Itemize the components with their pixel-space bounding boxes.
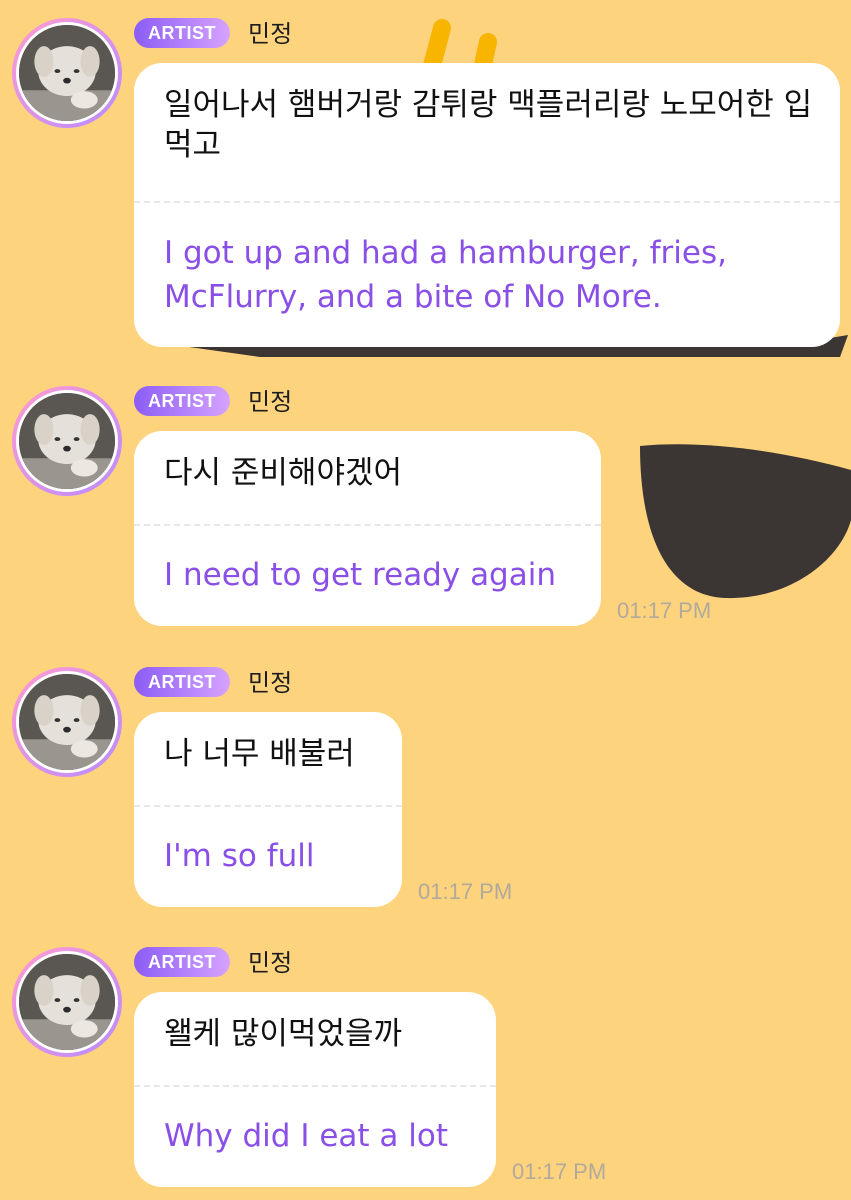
sender-name[interactable]: 민정 [248, 947, 292, 979]
chat-message: ARTIST 민정 나 너무 배불러 I'm so full 01:17 PM [0, 667, 851, 912]
artist-badge: ARTIST [134, 386, 230, 416]
timestamp: 01:17 PM [418, 879, 513, 904]
avatar[interactable] [12, 947, 122, 1057]
sender-name[interactable]: 민정 [248, 667, 292, 699]
sender-name[interactable]: 민정 [248, 386, 292, 418]
dog-photo-icon [16, 390, 118, 492]
divider [134, 805, 402, 807]
translation-text: Why did I eat a lot [164, 1118, 448, 1154]
message-bubble[interactable]: 다시 준비해야겠어 I need to get ready again [134, 431, 601, 626]
original-text: 나 너무 배불러 [164, 736, 355, 772]
chat-message: ARTIST 민정 다시 준비해야겠어 I need to get ready … [0, 386, 851, 631]
artist-badge: ARTIST [134, 18, 230, 48]
translation-text: I got up and had a hamburger, fries, McF… [164, 235, 727, 315]
divider [134, 1085, 496, 1087]
sender-name[interactable]: 민정 [248, 18, 292, 50]
avatar[interactable] [12, 18, 122, 128]
artist-badge: ARTIST [134, 947, 230, 977]
original-text: 일어나서 햄버거랑 감튀랑 맥플러리랑 노모어한 입먹고 [164, 87, 813, 163]
original-text: 왤케 많이먹었을까 [164, 1016, 403, 1052]
dog-photo-icon [16, 671, 118, 773]
original-text: 다시 준비해야겠어 [164, 455, 403, 491]
divider [134, 201, 840, 203]
message-bubble[interactable]: 일어나서 햄버거랑 감튀랑 맥플러리랑 노모어한 입먹고 I got up an… [134, 63, 840, 347]
timestamp: 01:17 PM [617, 598, 712, 623]
timestamp: 01:17 PM [512, 1159, 607, 1184]
artist-badge: ARTIST [134, 667, 230, 697]
translation-text: I'm so full [164, 838, 315, 874]
divider [134, 524, 601, 526]
avatar[interactable] [12, 667, 122, 777]
chat-message: ARTIST 민정 왤케 많이먹었을까 Why did I eat a lot … [0, 947, 851, 1192]
dog-photo-icon [16, 951, 118, 1053]
dog-photo-icon [16, 22, 118, 124]
chat-message: ARTIST 민정 일어나서 햄버거랑 감튀랑 맥플러리랑 노모어한 입먹고 I… [0, 18, 851, 348]
message-bubble[interactable]: 나 너무 배불러 I'm so full [134, 712, 402, 907]
message-bubble[interactable]: 왤케 많이먹었을까 Why did I eat a lot [134, 992, 496, 1187]
translation-text: I need to get ready again [164, 557, 556, 593]
avatar[interactable] [12, 386, 122, 496]
